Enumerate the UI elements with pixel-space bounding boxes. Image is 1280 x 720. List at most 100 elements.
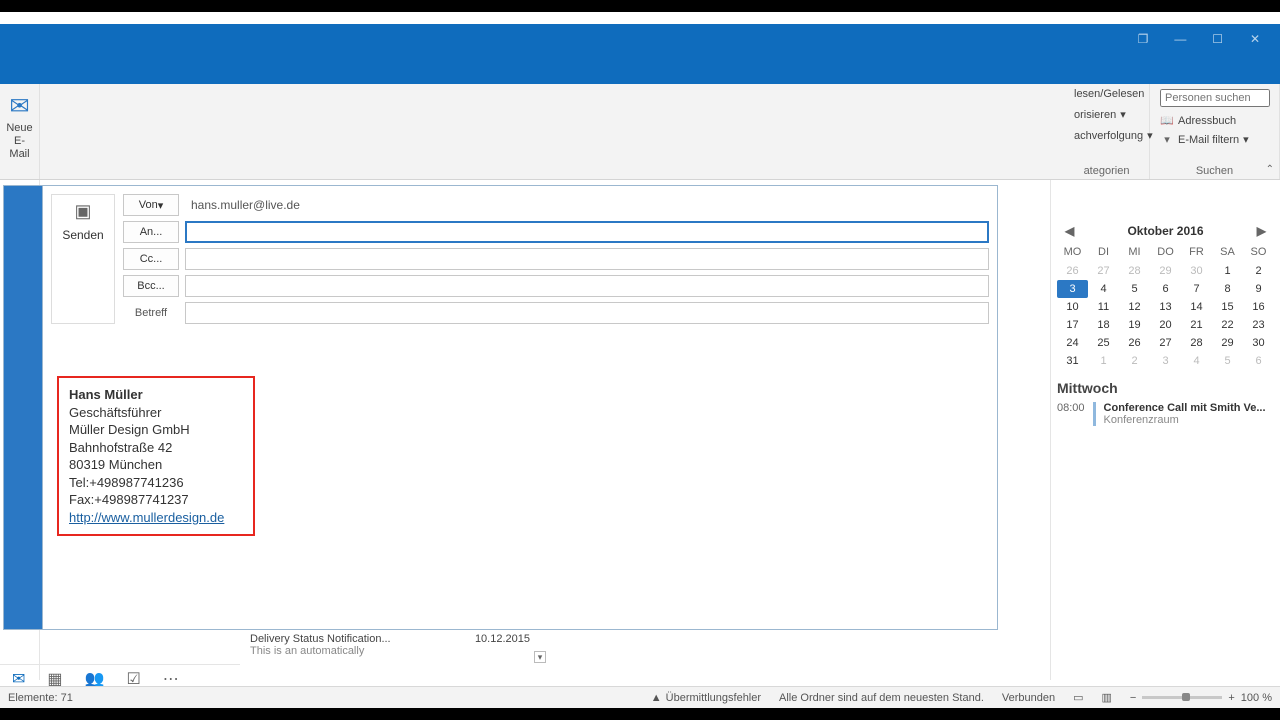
cc-button[interactable]: Cc... xyxy=(123,248,179,270)
cal-day[interactable]: 23 xyxy=(1243,316,1274,334)
sig-url[interactable]: http://www.mullerdesign.de xyxy=(69,510,224,525)
main-titlebar: ❐ — ☐ ✕ xyxy=(0,24,1280,54)
addressbook-button-2[interactable]: 📖Adressbuch xyxy=(1156,112,1240,129)
cal-day[interactable]: 14 xyxy=(1181,298,1212,316)
sig-city: 80319 München xyxy=(69,456,243,474)
event-title: Conference Call mit Smith Ve... xyxy=(1104,402,1266,414)
read-unread-button[interactable]: lesen/Gelesen xyxy=(1070,86,1148,102)
cal-day[interactable]: 26 xyxy=(1119,334,1150,352)
cal-day[interactable]: 5 xyxy=(1212,352,1243,370)
categorize-button[interactable]: orisieren ▾ xyxy=(1070,106,1130,123)
view-reading-icon[interactable]: ▥ xyxy=(1102,691,1112,704)
bcc-field[interactable] xyxy=(185,275,989,297)
cal-day[interactable]: 17 xyxy=(1057,316,1088,334)
bg-restore-icon: ❐ xyxy=(1126,32,1160,46)
cal-day[interactable]: 10 xyxy=(1057,298,1088,316)
cal-day[interactable]: 15 xyxy=(1212,298,1243,316)
view-normal-icon[interactable]: ▭ xyxy=(1073,691,1083,704)
sig-fax: Fax:+498987741237 xyxy=(69,491,243,509)
cal-day[interactable]: 29 xyxy=(1212,334,1243,352)
cal-day[interactable]: 1 xyxy=(1212,262,1243,280)
mail-icon: ✉ xyxy=(9,90,29,122)
cal-day[interactable]: 28 xyxy=(1119,262,1150,280)
categories-group-label: ategorien xyxy=(1070,165,1143,179)
cal-day[interactable]: 28 xyxy=(1181,334,1212,352)
message-body[interactable]: Signaturen erstellen und bearbeiten Hans… xyxy=(43,332,997,629)
cal-day[interactable]: 30 xyxy=(1243,334,1274,352)
agenda-event[interactable]: 08:00 Conference Call mit Smith Ve... Ko… xyxy=(1057,398,1274,430)
cal-day[interactable]: 9 xyxy=(1243,280,1274,298)
collapse-ribbon-caret[interactable]: ⌃ xyxy=(1266,164,1274,175)
cal-day[interactable]: 31 xyxy=(1057,352,1088,370)
cal-day[interactable]: 26 xyxy=(1057,262,1088,280)
cal-day[interactable]: 1 xyxy=(1088,352,1119,370)
send-button[interactable]: ▣ Senden xyxy=(51,194,115,324)
zoom-control[interactable]: − + 100 % xyxy=(1130,692,1272,704)
people-search-input[interactable] xyxy=(1160,89,1270,107)
cal-day-today[interactable]: 3 xyxy=(1057,280,1088,298)
cal-day[interactable]: 19 xyxy=(1119,316,1150,334)
cal-day[interactable]: 25 xyxy=(1088,334,1119,352)
new-email-button[interactable]: ✉Neue E-Mail xyxy=(6,86,33,161)
compose-window: ▣ Senden Von ▾ hans.muller@live.de An...… xyxy=(42,185,998,630)
cal-day[interactable]: 7 xyxy=(1181,280,1212,298)
cal-day[interactable]: 27 xyxy=(1150,334,1181,352)
cal-day[interactable]: 3 xyxy=(1150,352,1181,370)
cal-day[interactable]: 2 xyxy=(1119,352,1150,370)
event-bar xyxy=(1093,402,1096,426)
cal-day[interactable]: 27 xyxy=(1088,262,1119,280)
cal-day[interactable]: 6 xyxy=(1150,280,1181,298)
zoom-out-button[interactable]: − xyxy=(1130,692,1136,704)
bg-minimize-icon: — xyxy=(1163,32,1197,46)
cal-day[interactable]: 8 xyxy=(1212,280,1243,298)
todo-bar: ◀ Oktober 2016 ▶ MODIMIDOFRSASO 26272829… xyxy=(1050,180,1280,680)
calendar-day-headers: MODIMIDOFRSASO xyxy=(1057,246,1274,258)
zoom-slider[interactable] xyxy=(1142,696,1222,699)
zoom-level: 100 % xyxy=(1241,692,1272,704)
cc-field[interactable] xyxy=(185,248,989,270)
followup-button[interactable]: achverfolgung ▾ xyxy=(1070,127,1157,144)
sig-street: Bahnhofstraße 42 xyxy=(69,439,243,457)
next-month-button[interactable]: ▶ xyxy=(1257,224,1266,238)
bcc-button[interactable]: Bcc... xyxy=(123,275,179,297)
cal-day[interactable]: 21 xyxy=(1181,316,1212,334)
cal-day[interactable]: 18 xyxy=(1088,316,1119,334)
expand-caret[interactable]: ▾ xyxy=(534,651,546,663)
cal-day[interactable]: 13 xyxy=(1150,298,1181,316)
agenda-day-header: Mittwoch xyxy=(1057,378,1274,398)
status-item-count: Elemente: 71 xyxy=(8,692,73,704)
prev-month-button[interactable]: ◀ xyxy=(1065,224,1074,238)
book-icon: 📖 xyxy=(1160,114,1174,127)
cal-day[interactable]: 4 xyxy=(1181,352,1212,370)
cal-day[interactable]: 29 xyxy=(1150,262,1181,280)
msg-date: 10.12.2015 xyxy=(475,633,530,645)
zoom-in-button[interactable]: + xyxy=(1228,692,1234,704)
cal-day[interactable]: 24 xyxy=(1057,334,1088,352)
people-search[interactable] xyxy=(1156,86,1274,110)
main-ribbon-tabs: Datei xyxy=(0,54,1280,84)
calendar-month-label: Oktober 2016 xyxy=(1127,224,1203,238)
cal-day[interactable]: 12 xyxy=(1119,298,1150,316)
to-field[interactable] xyxy=(185,221,989,243)
cal-day[interactable]: 20 xyxy=(1150,316,1181,334)
email-filter-button[interactable]: ▾E-Mail filtern ▾ xyxy=(1156,131,1253,148)
status-error[interactable]: Übermittlungsfehler xyxy=(651,692,761,704)
funnel-icon: ▾ xyxy=(1160,133,1174,146)
cal-day[interactable]: 4 xyxy=(1088,280,1119,298)
msg-preview: This is an automatically xyxy=(250,645,364,657)
cal-day[interactable]: 22 xyxy=(1212,316,1243,334)
from-dropdown[interactable]: Von ▾ xyxy=(123,194,179,216)
cal-day[interactable]: 11 xyxy=(1088,298,1119,316)
to-button[interactable]: An... xyxy=(123,221,179,243)
cal-day[interactable]: 30 xyxy=(1181,262,1212,280)
event-location: Konferenzraum xyxy=(1104,414,1266,426)
signature-block: Hans Müller Geschäftsführer Müller Desig… xyxy=(57,376,255,536)
cal-day[interactable]: 5 xyxy=(1119,280,1150,298)
status-sync: Alle Ordner sind auf dem neuesten Stand. xyxy=(779,692,984,704)
cal-day[interactable]: 6 xyxy=(1243,352,1274,370)
event-time: 08:00 xyxy=(1057,402,1085,426)
cal-day[interactable]: 16 xyxy=(1243,298,1274,316)
subject-field[interactable] xyxy=(185,302,989,324)
message-list-fragment[interactable]: Delivery Status Notification... 10.12.20… xyxy=(250,633,540,657)
cal-day[interactable]: 2 xyxy=(1243,262,1274,280)
